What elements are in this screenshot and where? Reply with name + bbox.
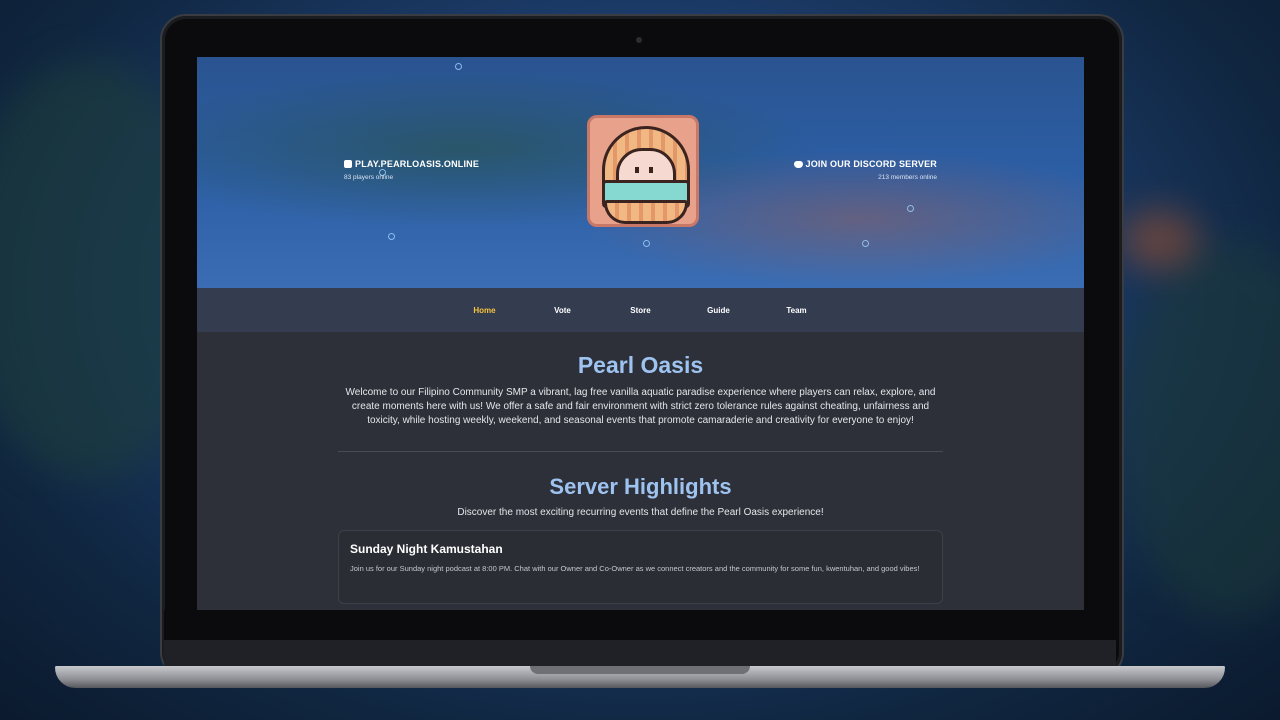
- bubble: [907, 205, 914, 212]
- nav-store[interactable]: Store: [602, 306, 680, 315]
- intro-title: Pearl Oasis: [577, 352, 704, 378]
- bubble: [862, 240, 869, 247]
- discord-members-online: 213 members online: [878, 174, 937, 181]
- main-nav: Home Vote Store Guide Team: [197, 288, 1084, 332]
- server-address[interactable]: PLAY.PEARLOASIS.ONLINE: [355, 159, 479, 169]
- laptop-bezel-strip: [164, 640, 1116, 666]
- players-online: 83 players online: [344, 174, 394, 181]
- background-foliage: [1120, 240, 1280, 620]
- cube-icon: [344, 160, 352, 168]
- shell-bottom: [604, 200, 688, 224]
- eye: [635, 167, 639, 173]
- event-title: Sunday Night Kamustahan: [350, 542, 503, 556]
- bubble: [388, 233, 395, 240]
- nav-team[interactable]: Team: [758, 306, 836, 315]
- nav-vote[interactable]: Vote: [524, 306, 602, 315]
- webcam: [636, 37, 642, 43]
- server-address-panel[interactable]: PLAY.PEARLOASIS.ONLINE 83 players online: [344, 159, 479, 181]
- highlights-subtitle: Discover the most exciting recurring eve…: [457, 507, 824, 518]
- discord-panel[interactable]: JOIN OUR DISCORD SERVER 213 members onli…: [793, 159, 937, 181]
- bubble: [455, 63, 462, 70]
- discord-join-link[interactable]: JOIN OUR DISCORD SERVER: [806, 159, 937, 169]
- section-divider: [338, 451, 943, 452]
- laptop-notch: [530, 666, 750, 674]
- event-description: Join us for our Sunday night podcast at …: [350, 564, 920, 573]
- nav-home[interactable]: Home: [446, 306, 524, 315]
- eye: [649, 167, 653, 173]
- website-screen: PLAY.PEARLOASIS.ONLINE 83 players online…: [197, 57, 1084, 610]
- discord-icon: [793, 160, 803, 168]
- main-content: Pearl Oasis Welcome to our Filipino Comm…: [197, 332, 1084, 610]
- background-coral: [1120, 210, 1200, 270]
- bubble: [643, 240, 650, 247]
- intro-text: Welcome to our Filipino Community SMP a …: [345, 387, 936, 426]
- event-card[interactable]: Sunday Night Kamustahan Join us for our …: [338, 530, 943, 604]
- nav-guide[interactable]: Guide: [680, 306, 758, 315]
- hero-banner: PLAY.PEARLOASIS.ONLINE 83 players online…: [197, 57, 1084, 288]
- highlights-title: Server Highlights: [549, 474, 732, 499]
- pearl-oasis-logo: [587, 115, 699, 227]
